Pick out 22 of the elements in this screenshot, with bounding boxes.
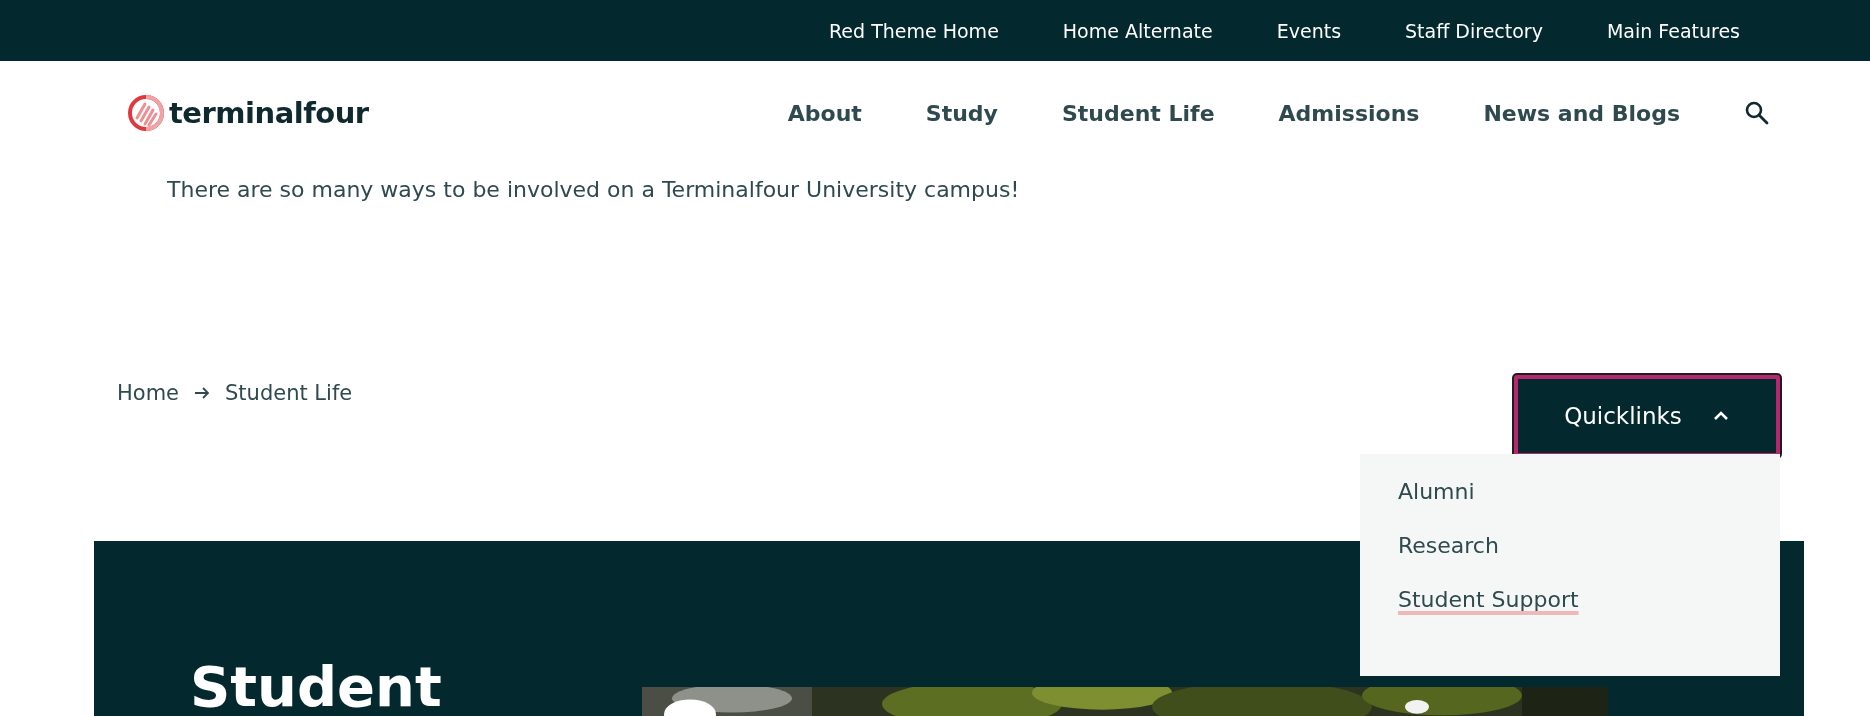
top-link[interactable]: Events	[1276, 19, 1342, 42]
search-icon[interactable]	[1744, 100, 1770, 126]
menu-item[interactable]: Student Support	[1398, 584, 1579, 616]
nav-link[interactable]: Admissions	[1278, 100, 1420, 126]
breadcrumb-link[interactable]: Student Life	[225, 381, 353, 405]
logo-icon	[127, 94, 165, 132]
nav-link[interactable]: News and Blogs	[1483, 100, 1680, 126]
section-heading: Student	[190, 655, 442, 716]
arrow-icon	[193, 386, 211, 400]
quicklinks-button[interactable]: Quicklinks	[1514, 375, 1780, 457]
top-link[interactable]: Red Theme Home	[829, 19, 999, 42]
logo-text[interactable]: terminalfour	[169, 96, 369, 130]
breadcrumb-link[interactable]: Home	[117, 381, 179, 405]
nav-link[interactable]: Study	[925, 100, 998, 126]
menu-item[interactable]: Research	[1398, 530, 1499, 562]
nav-link[interactable]: Student Life	[1061, 100, 1215, 126]
top-link[interactable]: Home Alternate	[1062, 19, 1213, 42]
nav-link[interactable]: About	[787, 100, 862, 126]
top-link[interactable]: Staff Directory	[1405, 19, 1543, 42]
top-link[interactable]: Main Features	[1606, 19, 1740, 42]
menu-item[interactable]: Alumni	[1398, 476, 1475, 508]
intro-text: There are so many ways to be involved on a Terminalfour University campus!	[166, 176, 1021, 204]
